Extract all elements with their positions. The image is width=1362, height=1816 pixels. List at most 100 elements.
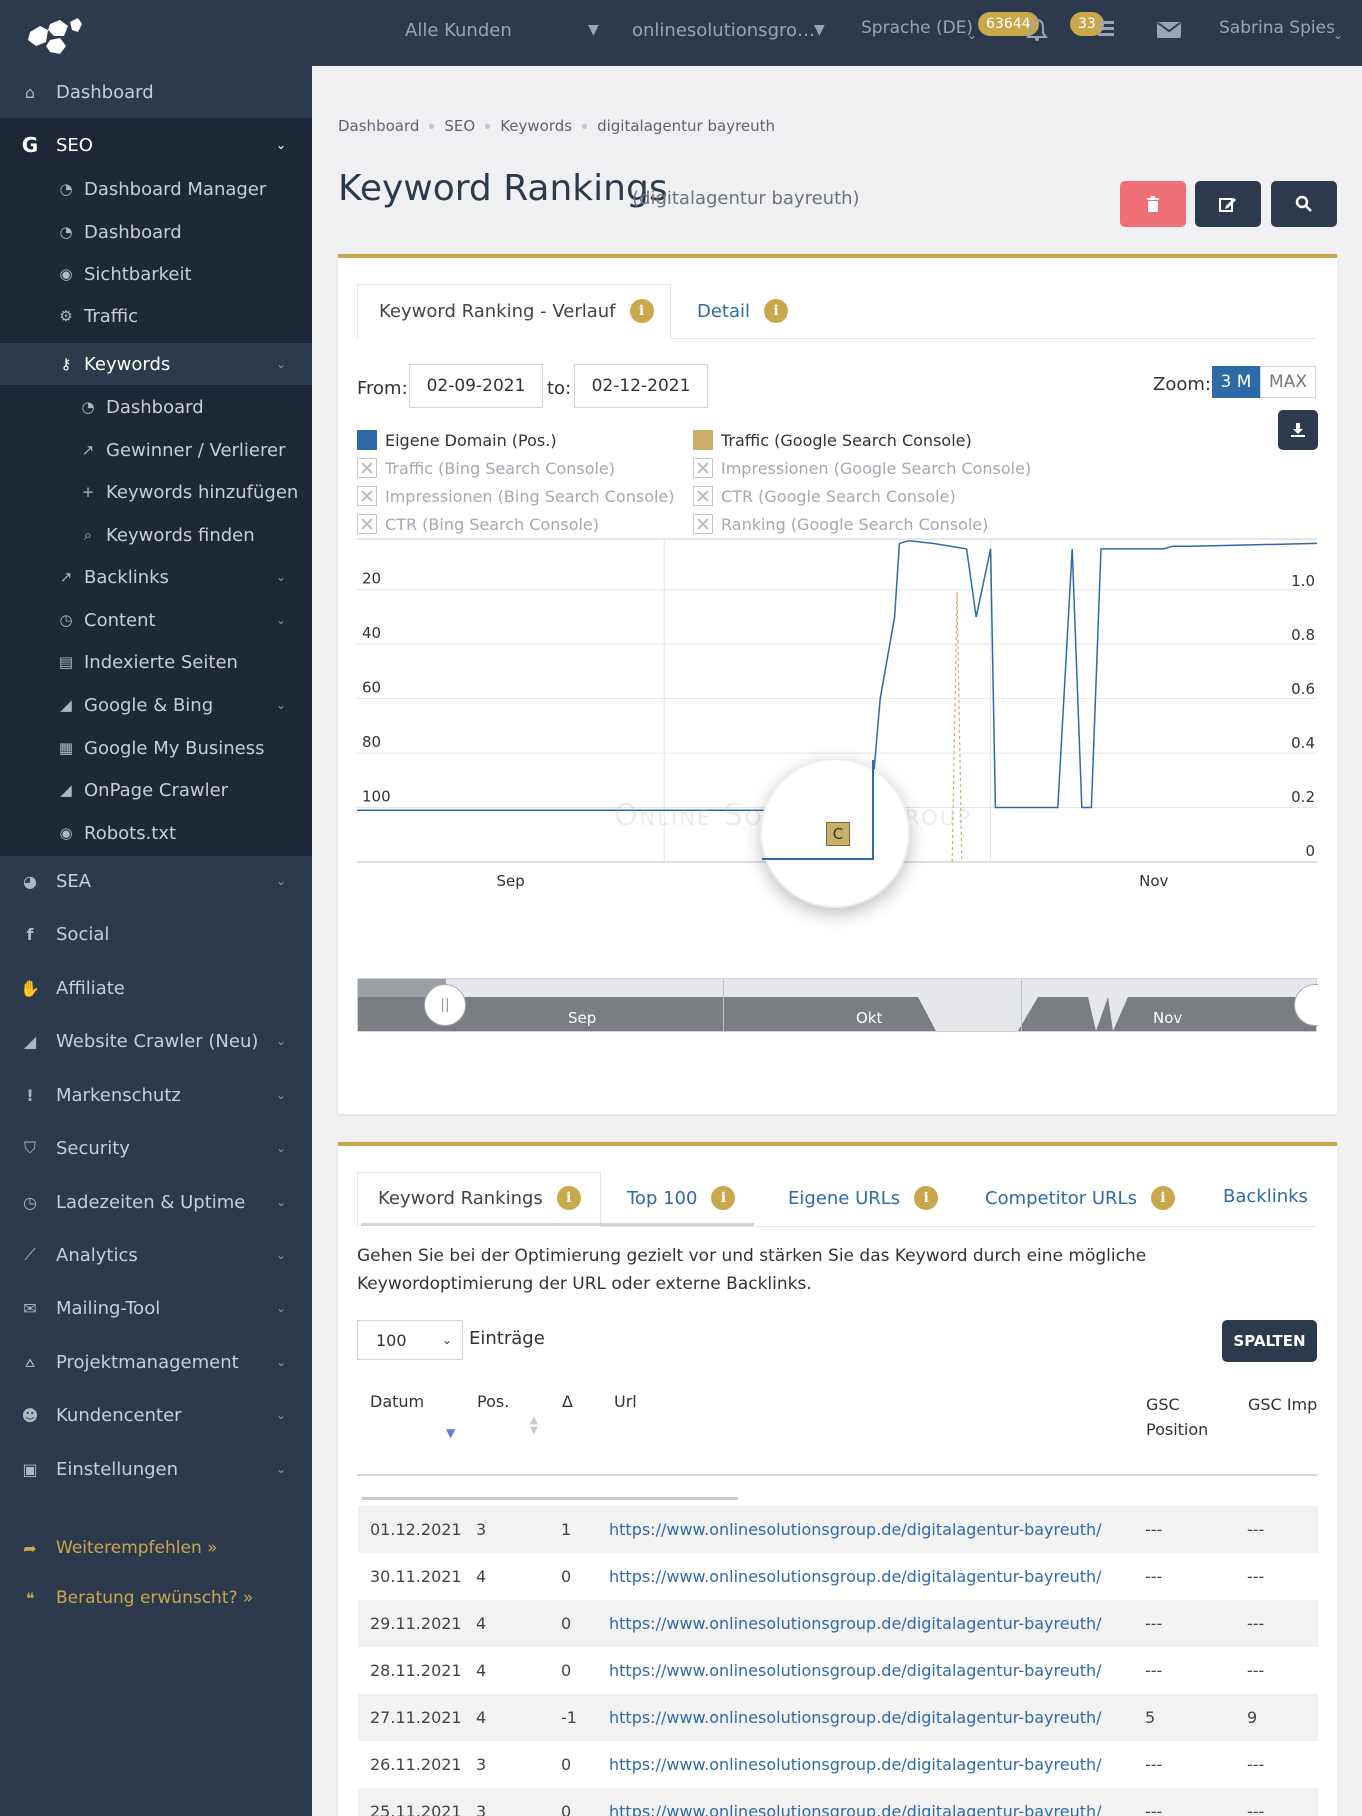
sidebar-item-keywords-dashboard[interactable]: ◔ Dashboard — [0, 386, 312, 428]
sidebar-item-content[interactable]: ◷ Content ⌄ — [0, 599, 312, 641]
info-icon[interactable]: i — [629, 299, 654, 323]
sidebar-item-projektmanagement[interactable]: ⩟ Projektmanagement ⌄ — [0, 1341, 312, 1383]
sidebar-item-dashboard[interactable]: ⌂ Dashboard — [0, 71, 312, 113]
chevron-down-icon: ⌄ — [275, 1141, 286, 1155]
zoom-max-button[interactable]: MAX — [1260, 366, 1316, 398]
chevron-down-icon[interactable]: ▼ — [588, 22, 599, 38]
zoom-3m-button[interactable]: 3 M — [1212, 366, 1260, 398]
domain-select[interactable]: onlinesolutionsgro… — [632, 20, 815, 41]
sidebar-item-seo[interactable]: G SEO ⌄ — [0, 124, 312, 166]
chevron-down-icon[interactable]: ▼ — [814, 22, 825, 38]
sidebar-item-google-bing[interactable]: ◢ Google & Bing ⌄ — [0, 684, 312, 726]
url-link[interactable]: https://www.onlinesolutionsgroup.de/digi… — [597, 1694, 1133, 1741]
info-icon[interactable]: i — [1150, 1186, 1175, 1210]
breadcrumb-seo[interactable]: SEO — [444, 117, 475, 135]
sort-desc-icon[interactable]: ▼ — [446, 1426, 455, 1440]
sidebar-item-dashboard-manager[interactable]: ◔ Dashboard Manager — [0, 168, 312, 210]
tab-keyword-ranking-verlauf[interactable]: Keyword Ranking - Verlauf i — [379, 299, 654, 323]
column-header-delta[interactable]: Δ — [562, 1392, 573, 1411]
to-date-input[interactable]: 02-12-2021 — [574, 364, 708, 408]
column-header-pos[interactable]: Pos. — [477, 1392, 509, 1411]
sidebar-item-sea[interactable]: ◕ SEA ⌄ — [0, 860, 312, 902]
sidebar-item-seo-dashboard[interactable]: ◔ Dashboard — [0, 211, 312, 253]
tab-keyword-rankings[interactable]: Keyword Rankings i — [378, 1186, 581, 1210]
logo-icon[interactable] — [26, 16, 82, 56]
tab-detail[interactable]: Detail i — [697, 299, 789, 323]
sidebar-item-website-crawler[interactable]: ◢ Website Crawler (Neu) ⌄ — [0, 1020, 312, 1062]
sidebar-item-social[interactable]: f Social — [0, 913, 312, 955]
legend-impressionen-gsc[interactable]: Impressionen (Google Search Console) — [693, 458, 1031, 478]
legend-traffic-gsc[interactable]: Traffic (Google Search Console) — [693, 430, 972, 450]
url-link[interactable]: https://www.onlinesolutionsgroup.de/digi… — [597, 1600, 1133, 1647]
chevron-down-icon[interactable]: ⌄ — [1333, 28, 1343, 42]
url-link[interactable]: https://www.onlinesolutionsgroup.de/digi… — [597, 1647, 1133, 1694]
horizontal-scrollbar[interactable] — [362, 1497, 738, 1500]
entries-select[interactable]: 100 ⌄ — [357, 1320, 463, 1360]
sidebar-item-onpage-crawler[interactable]: ◢ OnPage Crawler — [0, 769, 312, 811]
sidebar-item-keywords[interactable]: ⚷ Keywords ⌄ — [0, 343, 312, 385]
sidebar-item-analytics[interactable]: ⟋ Analytics ⌄ — [0, 1234, 312, 1276]
column-header-gsc-impressionen[interactable]: GSC Impressio — [1248, 1392, 1318, 1417]
delete-button[interactable] — [1120, 181, 1186, 227]
search-button[interactable] — [1271, 181, 1337, 227]
breadcrumb-dashboard[interactable]: Dashboard — [338, 117, 419, 135]
sidebar-item-gewinner-verlierer[interactable]: ↗ Gewinner / Verlierer — [0, 429, 312, 471]
sidebar-item-ladezeiten[interactable]: ◷ Ladezeiten & Uptime ⌄ — [0, 1181, 312, 1223]
chevron-down-icon[interactable]: ⌄ — [967, 28, 977, 42]
mail-icon[interactable] — [1156, 20, 1182, 40]
breadcrumb-keywords[interactable]: Keywords — [500, 117, 572, 135]
sidebar-item-sichtbarkeit[interactable]: ◉ Sichtbarkeit — [0, 253, 312, 295]
customer-select[interactable]: Alle Kunden — [405, 20, 512, 41]
tab-competitor-urls[interactable]: Competitor URLs i — [985, 1186, 1175, 1210]
sort-icon[interactable]: ▲ ▼ — [530, 1416, 538, 1436]
sidebar-item-indexierte-seiten[interactable]: ▤ Indexierte Seiten — [0, 641, 312, 683]
url-link[interactable]: https://www.onlinesolutionsgroup.de/digi… — [597, 1741, 1133, 1788]
sidebar-item-kundencenter[interactable]: ☻ Kundencenter ⌄ — [0, 1394, 312, 1436]
language-select[interactable]: Sprache (DE) — [861, 18, 973, 38]
sidebar-item-keywords-finden[interactable]: ⌕ Keywords finden — [0, 514, 312, 556]
sidebar-item-keywords-hinzufuegen[interactable]: + Keywords hinzufügen — [0, 471, 312, 513]
sidebar-item-security[interactable]: ⛉ Security ⌄ — [0, 1127, 312, 1169]
info-icon[interactable]: i — [764, 299, 789, 323]
sidebar-link-beratung[interactable]: ❝ Beratung erwünscht? » — [0, 1577, 312, 1619]
sidebar-item-traffic[interactable]: ⚙ Traffic — [0, 295, 312, 337]
clock-icon: ◷ — [59, 611, 73, 629]
sidebar-item-google-my-business[interactable]: ▦ Google My Business — [0, 727, 312, 769]
column-header-url[interactable]: Url — [614, 1392, 637, 1411]
table-cell: 4 — [476, 1567, 487, 1586]
tab-eigene-urls[interactable]: Eigene URLs i — [788, 1186, 939, 1210]
spalten-button[interactable]: SPALTEN — [1222, 1320, 1317, 1362]
sidebar-item-backlinks[interactable]: ↗ Backlinks ⌄ — [0, 556, 312, 598]
sidebar-item-mailing-tool[interactable]: ✉ Mailing-Tool ⌄ — [0, 1287, 312, 1329]
url-link[interactable]: https://www.onlinesolutionsgroup.de/digi… — [597, 1788, 1133, 1816]
url-link[interactable]: https://www.onlinesolutionsgroup.de/digi… — [597, 1506, 1133, 1553]
info-icon[interactable]: i — [556, 1186, 581, 1210]
download-button[interactable] — [1278, 410, 1318, 450]
sidebar-item-einstellungen[interactable]: ▣ Einstellungen ⌄ — [0, 1448, 312, 1490]
legend-ctr-gsc[interactable]: CTR (Google Search Console) — [693, 486, 956, 506]
sidebar-link-weiterempfehlen[interactable]: ➦ Weiterempfehlen » — [0, 1527, 312, 1569]
legend-impressionen-bing[interactable]: Impressionen (Bing Search Console) — [357, 486, 675, 506]
column-header-gsc-position[interactable]: GSC Position — [1146, 1392, 1226, 1442]
url-link[interactable]: https://www.onlinesolutionsgroup.de/digi… — [597, 1553, 1133, 1600]
user-menu[interactable]: Sabrina Spies — [1219, 18, 1335, 38]
info-icon[interactable]: i — [711, 1186, 736, 1210]
sidebar-item-affiliate[interactable]: ✋ Affiliate — [0, 967, 312, 1009]
legend-eigene-domain[interactable]: Eigene Domain (Pos.) — [357, 430, 557, 450]
sidebar-item-robots-txt[interactable]: ◉ Robots.txt — [0, 812, 312, 854]
tab-backlinks[interactable]: Backlinks — [1223, 1186, 1308, 1207]
legend-ctr-bing[interactable]: CTR (Bing Search Console) — [357, 514, 599, 534]
edit-button[interactable] — [1195, 181, 1261, 227]
legend-ranking-gsc[interactable]: Ranking (Google Search Console) — [693, 514, 988, 534]
bell-icon[interactable] — [1026, 18, 1048, 42]
column-header-datum[interactable]: Datum — [370, 1392, 424, 1411]
from-date-input[interactable]: 02-09-2021 — [409, 364, 543, 408]
navigator-handle-left[interactable]: || — [424, 984, 466, 1026]
tab-top-100[interactable]: Top 100 i — [627, 1186, 736, 1210]
legend-traffic-bing[interactable]: Traffic (Bing Search Console) — [357, 458, 615, 478]
eye-icon: ◉ — [59, 265, 73, 283]
info-icon[interactable]: i — [914, 1186, 939, 1210]
range-navigator[interactable]: Sep Okt Nov || — [357, 978, 1318, 1032]
list-icon[interactable] — [1096, 18, 1116, 40]
sidebar-item-markenschutz[interactable]: ! Markenschutz ⌄ — [0, 1074, 312, 1116]
